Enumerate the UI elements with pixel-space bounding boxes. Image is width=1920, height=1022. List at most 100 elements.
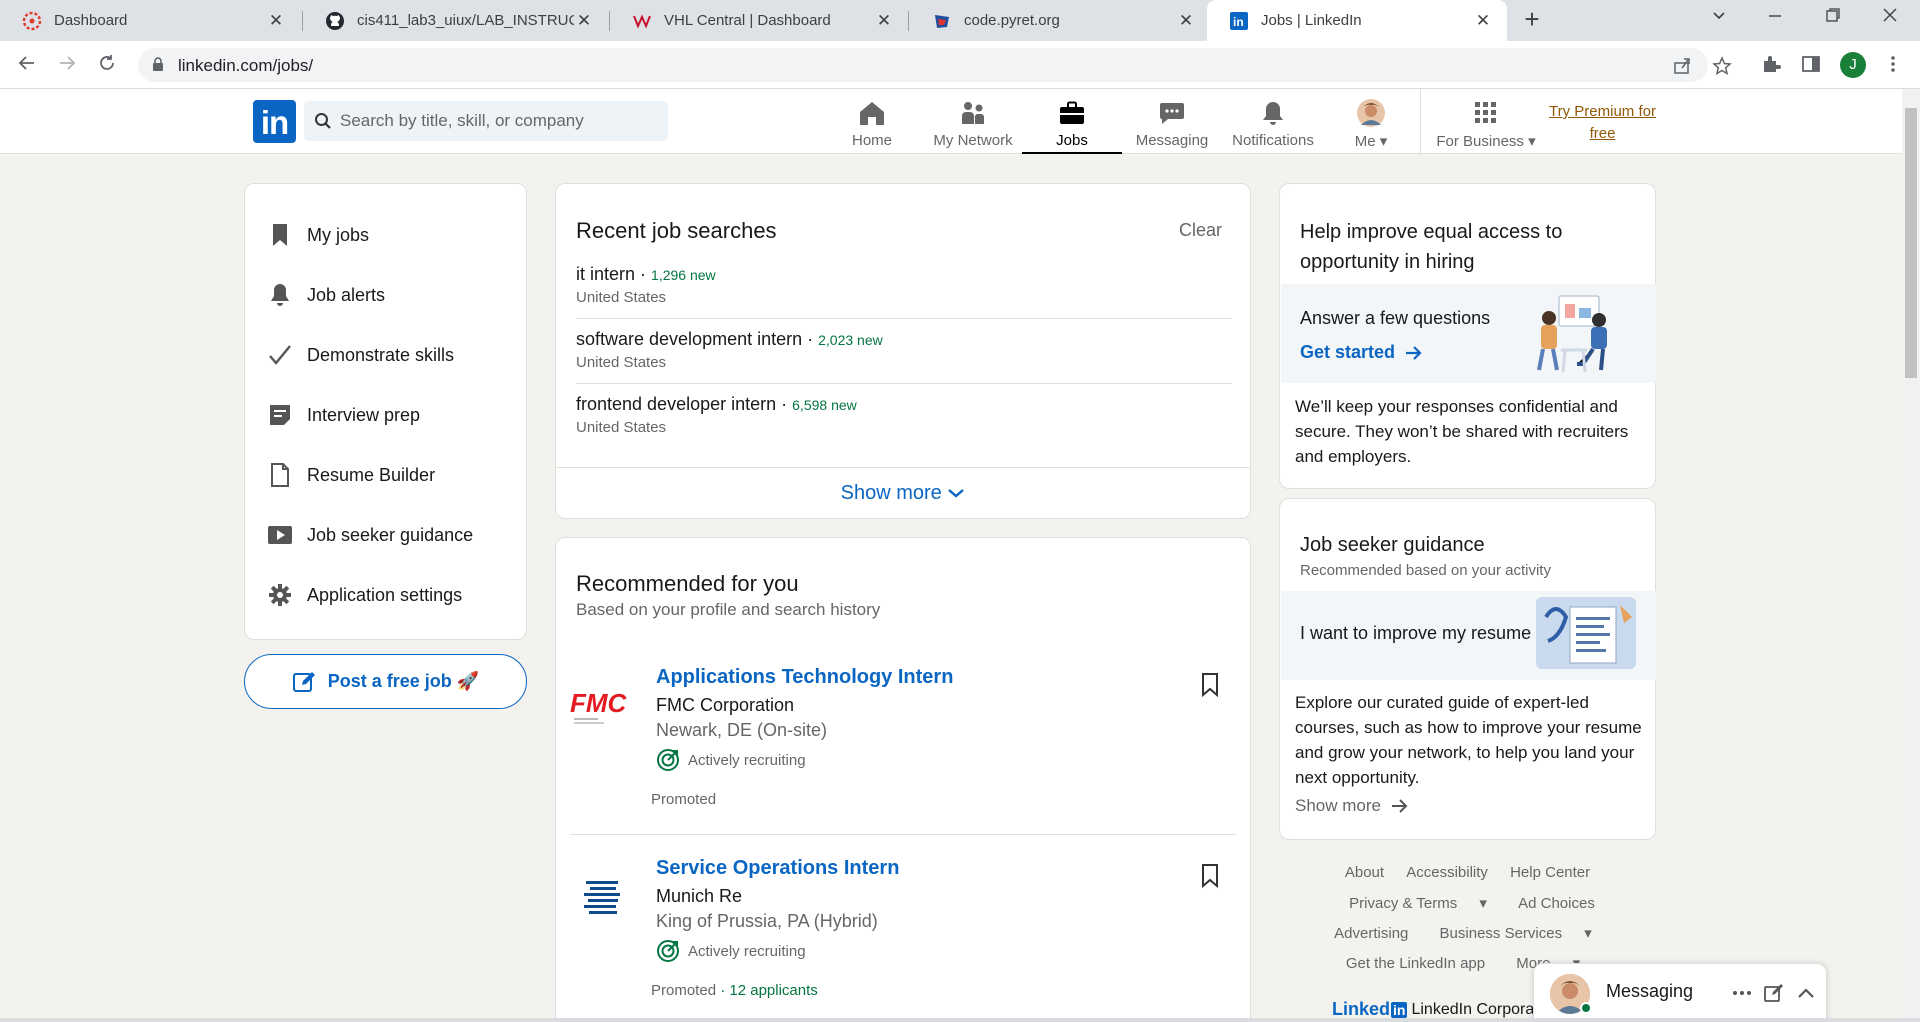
footer-link-get-app[interactable]: Get the LinkedIn app (1346, 955, 1485, 972)
show-more-label: Show more (840, 482, 942, 504)
get-started-link[interactable]: Get started (1300, 342, 1423, 363)
nav-my-network[interactable]: My Network (928, 89, 1018, 154)
window-bottom-edge (0, 1018, 1920, 1022)
kebab-menu-icon[interactable] (1882, 53, 1906, 77)
linkedin-icon: in (1229, 11, 1249, 31)
recent-search-item[interactable]: software development intern · 2,023 new … (576, 319, 1232, 384)
interview-illustration (1531, 290, 1621, 383)
star-icon[interactable] (1712, 56, 1732, 76)
recent-search-item[interactable]: it intern · 1,296 new United States (576, 254, 1232, 319)
footer-brand-in: in (1391, 1001, 1408, 1018)
guidance-banner[interactable]: I want to improve my resume (1281, 591, 1656, 680)
nav-jobs[interactable]: Jobs (1022, 89, 1122, 154)
sidebar-item-job-seeker-guidance[interactable]: Job seeker guidance (267, 515, 473, 555)
svg-text:FMC: FMC (570, 688, 628, 718)
equal-access-card: Help improve equal access to opportunity… (1279, 183, 1656, 489)
close-icon[interactable]: ✕ (1176, 11, 1196, 31)
recruiting-label: Actively recruiting (688, 751, 806, 769)
sidebar-item-interview-prep[interactable]: Interview prep (267, 395, 420, 435)
search-query-text: frontend developer intern (576, 394, 777, 414)
card-body: We’ll keep your responses confidential a… (1295, 397, 1629, 466)
new-count: 2,023 new (818, 332, 883, 348)
post-free-job-button[interactable]: Post a free job 🚀 (244, 654, 527, 709)
search-box[interactable] (304, 101, 668, 141)
minimize-icon[interactable] (1760, 6, 1790, 29)
fmc-logo: FMC (570, 676, 634, 740)
messaging-overlay[interactable]: Messaging (1533, 963, 1827, 1022)
more-options-icon[interactable] (1730, 981, 1754, 1005)
window-close-icon[interactable] (1875, 6, 1905, 29)
close-icon[interactable]: ✕ (1473, 11, 1493, 31)
nav-messaging[interactable]: Messaging (1132, 89, 1212, 154)
tab-separator (908, 11, 909, 31)
job-location: Newark, DE (On-site) (656, 720, 828, 740)
try-premium-link[interactable]: Try Premium for free (1545, 101, 1660, 145)
sidebar-item-application-settings[interactable]: Application settings (267, 575, 462, 615)
nav-home[interactable]: Home (848, 89, 896, 154)
bookmark-icon (1200, 673, 1220, 702)
job-card[interactable]: Service Operations Intern Munich Re King… (570, 857, 1236, 1022)
save-job-button[interactable] (1200, 672, 1220, 703)
tab-title: cis411_lab3_uiux/LAB_INSTRUCTI (357, 12, 574, 29)
show-more-link[interactable]: Show more (1295, 796, 1409, 816)
extensions-icon[interactable] (1760, 53, 1784, 77)
nav-notifications[interactable]: Notifications (1228, 89, 1318, 154)
nav-for-business[interactable]: For Business ▾ (1436, 89, 1536, 154)
card-title: Recommended for you (576, 571, 799, 596)
briefcase-icon (1058, 98, 1086, 128)
browser-tab-pyret[interactable]: code.pyret.org ✕ (910, 0, 1210, 41)
job-card[interactable]: FMC Applications Technology Intern FMC C… (570, 666, 1236, 856)
browser-tab-vhl[interactable]: VHL Central | Dashboard ✕ (610, 0, 908, 41)
sidebar-item-label: Resume Builder (307, 464, 436, 485)
close-icon[interactable]: ✕ (266, 11, 286, 31)
tab-search-icon[interactable] (1704, 6, 1734, 29)
profile-avatar[interactable]: J (1840, 52, 1866, 78)
footer-link-help-center[interactable]: Help Center (1510, 864, 1590, 881)
side-panel-icon[interactable] (1800, 53, 1824, 77)
save-job-button[interactable] (1200, 863, 1220, 894)
close-icon[interactable]: ✕ (874, 11, 894, 31)
pyret-icon (932, 11, 952, 31)
footer-link-ad-choices[interactable]: Ad Choices (1518, 895, 1595, 912)
search-input[interactable] (340, 101, 660, 141)
browser-tab-github[interactable]: cis411_lab3_uiux/LAB_INSTRUCTI ✕ (303, 0, 608, 41)
chevron-up-icon[interactable] (1794, 981, 1818, 1005)
footer-link-accessibility[interactable]: Accessibility (1406, 864, 1488, 881)
search-query: it intern · 1,296 new (576, 264, 716, 285)
forward-icon[interactable] (52, 51, 82, 81)
restore-icon[interactable] (1818, 6, 1848, 29)
scrollbar-thumb[interactable] (1905, 108, 1917, 378)
clear-button[interactable]: Clear (1179, 220, 1222, 241)
recent-search-item[interactable]: frontend developer intern · 6,598 new Un… (576, 384, 1232, 449)
sidebar-item-demonstrate-skills[interactable]: Demonstrate skills (267, 335, 454, 375)
compose-icon[interactable] (1762, 981, 1786, 1005)
browser-tab-linkedin[interactable]: in Jobs | LinkedIn ✕ (1207, 0, 1507, 41)
sidebar-item-resume-builder[interactable]: Resume Builder (267, 455, 435, 495)
footer-link-about[interactable]: About (1345, 864, 1384, 881)
linkedin-logo[interactable]: in (253, 100, 296, 143)
browser-tab-dashboard[interactable]: Dashboard ✕ (0, 0, 300, 41)
job-title-link[interactable]: Applications Technology Intern (656, 666, 953, 689)
footer-link-business-services[interactable]: Business Services ▾ (1431, 925, 1601, 942)
sidebar-item-my-jobs[interactable]: My jobs (267, 215, 369, 255)
grid-icon (1473, 98, 1499, 128)
survey-banner[interactable]: Answer a few questions Get started (1281, 284, 1656, 383)
reload-icon[interactable] (92, 51, 122, 81)
footer-link-privacy-terms[interactable]: Privacy & Terms ▾ (1340, 895, 1496, 912)
nav-label: Home (851, 132, 892, 149)
address-bar[interactable]: linkedin.com/jobs/ (138, 48, 1732, 82)
job-title-link[interactable]: Service Operations Intern (656, 857, 899, 880)
footer-link-advertising[interactable]: Advertising (1334, 925, 1408, 942)
job-footer: Promoted (651, 791, 716, 808)
new-tab-button[interactable]: + (1518, 6, 1546, 34)
caret-down-icon: ▾ (1584, 925, 1592, 942)
close-icon[interactable]: ✕ (574, 11, 594, 31)
bell-icon (1259, 98, 1287, 128)
promoted-label: Promoted (651, 982, 717, 999)
sidebar-item-job-alerts[interactable]: Job alerts (267, 275, 385, 315)
nav-me[interactable]: Me ▾ (1346, 89, 1396, 154)
show-more-button[interactable]: Show more (556, 467, 1250, 519)
back-icon[interactable] (12, 51, 42, 81)
share-icon[interactable] (1672, 56, 1692, 76)
search-location: United States (576, 354, 667, 371)
